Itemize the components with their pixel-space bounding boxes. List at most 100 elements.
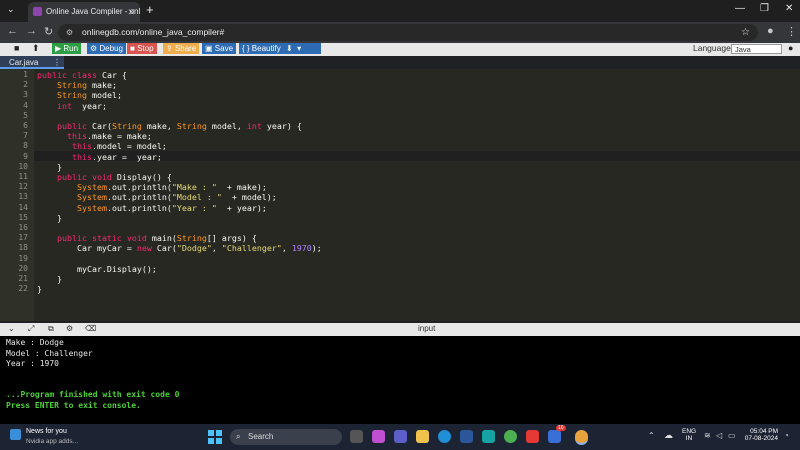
code-line: myCar.Display(); xyxy=(37,263,157,274)
line-number: 2 xyxy=(23,80,28,90)
windows-start-icon[interactable] xyxy=(208,430,222,444)
file-explorer-icon[interactable] xyxy=(416,430,429,443)
output-line: Make : Dodge xyxy=(6,338,64,347)
settings-icon[interactable]: ● xyxy=(788,43,793,53)
task-view-icon[interactable] xyxy=(350,430,363,443)
browser-tab[interactable]: Online Java Compiler - online e ✕ xyxy=(28,2,140,22)
console-header: ⌄ ⤢ ⧉ ⚙ ⌫ input xyxy=(0,323,800,336)
profile-icon[interactable]: ● xyxy=(767,25,774,37)
save-button[interactable]: ▣ Save xyxy=(202,43,237,54)
copy-icon[interactable]: ⧉ xyxy=(48,324,54,334)
news-title[interactable]: News for you xyxy=(26,428,67,435)
run-button[interactable]: ▶ Run xyxy=(52,43,82,54)
line-number: 17 xyxy=(18,233,28,243)
language-label: Language xyxy=(693,43,731,53)
collapse-icon[interactable]: ⌄ xyxy=(8,324,15,333)
code-line: int year; xyxy=(56,100,107,111)
reload-icon[interactable]: ↻ xyxy=(44,25,53,38)
code-line: public Car(String make, String model, in… xyxy=(56,121,302,131)
close-icon[interactable]: ✕ xyxy=(127,2,135,22)
ide-toolbar: ■ ⬆ ▶ Run ⚙ Debug ■ Stop ⇪ Share ▣ Save … xyxy=(0,43,800,56)
code-line: System.out.println("Make : " + make); xyxy=(76,182,267,193)
mcafee-icon[interactable] xyxy=(526,430,539,443)
line-number: 18 xyxy=(18,243,28,253)
line-number: 21 xyxy=(18,274,28,283)
site-info-icon[interactable]: ⚙ xyxy=(66,24,73,41)
code-line: public static void main(String[] args) { xyxy=(56,233,257,244)
taskbar-search[interactable]: ⌕ Search xyxy=(230,429,342,445)
code-line: public class Car { xyxy=(37,70,127,80)
expand-icon[interactable]: ⤢ xyxy=(28,324,34,334)
line-number: 5 xyxy=(23,110,28,120)
app-icon[interactable] xyxy=(482,430,495,443)
teams-icon[interactable] xyxy=(394,430,407,443)
browser-tab-bar: ⌄ Online Java Compiler - online e ✕ + — … xyxy=(0,0,800,22)
share-button[interactable]: ⇪ Share xyxy=(163,43,200,54)
notifications-bell-icon[interactable]: ◔ xyxy=(784,431,789,440)
debug-button[interactable]: ⚙ Debug xyxy=(87,43,126,54)
search-icon: ⌕ xyxy=(236,432,241,441)
console-settings-icon[interactable]: ⚙ xyxy=(66,324,73,333)
mail-icon[interactable]: 16 xyxy=(548,425,566,443)
volume-icon[interactable]: ◁ xyxy=(716,431,722,440)
forward-icon[interactable]: → xyxy=(26,25,37,37)
line-number: 13 xyxy=(18,192,28,202)
stop-button[interactable]: ■ Stop xyxy=(127,43,157,54)
file-menu-icon[interactable]: ⋮ xyxy=(53,56,61,69)
code-line: public void Display() { xyxy=(56,172,172,182)
console-output[interactable]: Make : Dodge Model : Challenger Year : 1… xyxy=(0,336,800,424)
store-icon[interactable] xyxy=(460,430,473,443)
url-text: onlinegdb.com/online_java_compiler# xyxy=(82,27,225,37)
output-line: Year : 1970 xyxy=(6,359,59,368)
code-line: this.model = model; xyxy=(71,141,167,152)
clear-console-icon[interactable]: ⌫ xyxy=(85,324,96,333)
code-line: } xyxy=(37,161,62,172)
upload-icon[interactable]: ⬆ xyxy=(32,43,40,54)
wifi-icon[interactable]: ≋ xyxy=(704,431,711,440)
line-number: 1 xyxy=(23,70,28,79)
line-number: 3 xyxy=(23,90,28,100)
minimize-icon[interactable]: — xyxy=(735,3,745,14)
code-line: } xyxy=(37,274,62,284)
tray-chevron-icon[interactable]: ⌃ xyxy=(648,431,655,440)
beautify-button[interactable]: { } Beautify xyxy=(239,43,284,54)
language-select[interactable]: Java xyxy=(731,44,782,54)
input-language[interactable]: ENG IN xyxy=(682,428,696,442)
tab-title: Online Java Compiler - online e xyxy=(46,7,140,16)
window-close-icon[interactable]: ✕ xyxy=(785,3,793,14)
line-number: 20 xyxy=(18,263,28,273)
console-title: input xyxy=(418,324,436,333)
notification-badge: 16 xyxy=(556,425,566,431)
code-line: } xyxy=(37,284,42,295)
maximize-icon[interactable]: ❐ xyxy=(760,3,769,14)
press-enter-message: Press ENTER to exit console. xyxy=(6,400,141,410)
address-bar-row: ← → ↻ ⚙ onlinegdb.com/online_java_compil… xyxy=(0,22,800,43)
chrome-icon[interactable] xyxy=(575,430,588,445)
back-icon[interactable]: ← xyxy=(7,25,18,37)
line-number: 9 xyxy=(23,151,28,161)
url-field[interactable]: ⚙ onlinegdb.com/online_java_compiler# ☆ xyxy=(58,24,758,41)
new-tab-button[interactable]: + xyxy=(146,2,154,17)
copilot-icon[interactable] xyxy=(372,430,385,443)
line-number: 19 xyxy=(18,253,28,263)
clock[interactable]: 05:04 PM 07-08-2024 xyxy=(744,428,778,442)
app-icon[interactable] xyxy=(504,430,517,443)
line-number: 7 xyxy=(23,131,28,141)
line-number: 4 xyxy=(23,100,28,110)
exit-message: ...Program finished with exit code 0 xyxy=(6,390,180,399)
code-line: String make; xyxy=(56,80,117,91)
file-tabs: Car.java ⋮ xyxy=(0,56,800,69)
code-editor[interactable]: 1 2 3 4 5 6 7 8 9 10 11 12 13 14 15 16 17 18 19 20 21 22 publ… xyxy=(0,69,800,321)
bookmark-star-icon[interactable]: ☆ xyxy=(741,24,750,41)
cloud-icon[interactable]: ☁ xyxy=(664,430,673,441)
file-tab-car-java[interactable]: Car.java ⋮ xyxy=(0,56,64,69)
edge-icon[interactable] xyxy=(438,430,451,443)
tab-search-icon[interactable]: ⌄ xyxy=(7,4,15,15)
download-button[interactable]: ⬇ ▾ xyxy=(283,43,321,54)
new-file-icon[interactable]: ■ xyxy=(14,43,19,53)
line-number: 15 xyxy=(18,212,28,222)
line-number: 6 xyxy=(23,121,28,130)
browser-menu-icon[interactable]: ⋮ xyxy=(786,25,797,38)
news-widget-icon[interactable] xyxy=(10,429,21,440)
battery-icon[interactable]: ▭ xyxy=(728,431,736,440)
